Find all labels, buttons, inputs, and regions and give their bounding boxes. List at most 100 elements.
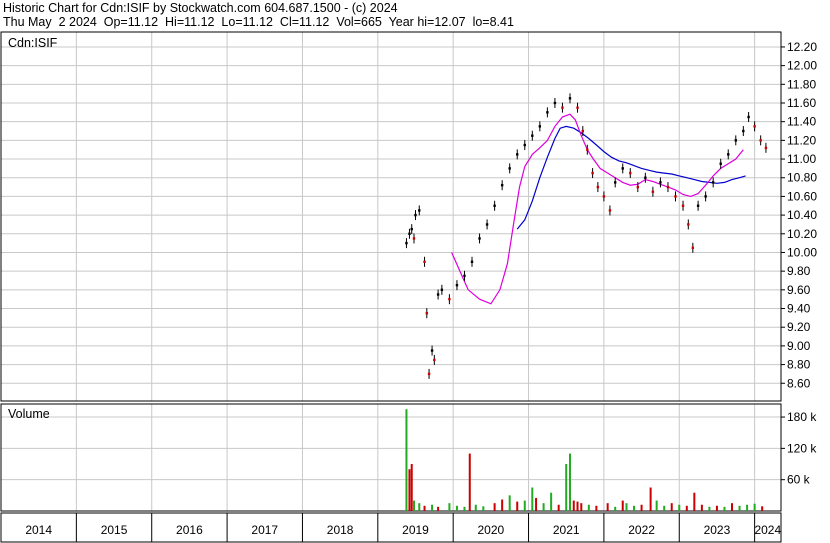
volume-bar bbox=[412, 500, 415, 511]
price-point bbox=[759, 139, 762, 142]
price-tick-label: 11.00 bbox=[787, 152, 816, 166]
volume-bar bbox=[633, 505, 636, 511]
volume-bar bbox=[649, 487, 652, 511]
volume-bar bbox=[761, 506, 764, 511]
price-tick-label: 8.80 bbox=[787, 358, 811, 372]
volume-bar bbox=[535, 497, 538, 511]
volume-bar bbox=[640, 504, 643, 511]
price-point bbox=[602, 195, 606, 198]
volume-bar bbox=[576, 501, 579, 511]
price-point bbox=[553, 101, 557, 105]
volume-bar bbox=[493, 503, 496, 511]
price-point bbox=[644, 176, 647, 179]
price-tick-label: 9.20 bbox=[787, 320, 811, 334]
price-point bbox=[727, 153, 730, 156]
volume-bar bbox=[468, 453, 471, 511]
price-point bbox=[418, 209, 421, 212]
volume-bar bbox=[614, 506, 617, 511]
volume-bar bbox=[482, 506, 485, 511]
year-label: 2017 bbox=[251, 523, 278, 537]
volume-bar bbox=[448, 503, 451, 511]
year-label: 2022 bbox=[628, 523, 655, 537]
price-point bbox=[614, 181, 617, 184]
volume-bar bbox=[738, 505, 741, 511]
price-tick-label: 10.20 bbox=[787, 227, 817, 241]
volume-bar bbox=[423, 505, 426, 511]
price-point bbox=[608, 209, 612, 212]
price-point bbox=[414, 213, 417, 217]
price-point bbox=[704, 195, 707, 198]
volume-bar bbox=[655, 500, 658, 511]
price-point bbox=[436, 293, 440, 296]
price-point bbox=[636, 185, 640, 189]
volume-bar bbox=[685, 505, 688, 511]
price-point bbox=[423, 260, 426, 264]
price-tick-label: 12.20 bbox=[787, 40, 817, 54]
year-label: 2020 bbox=[478, 523, 505, 537]
volume-bar bbox=[621, 500, 624, 511]
price-tick-label: 12.00 bbox=[787, 59, 817, 73]
year-label: 2016 bbox=[176, 523, 203, 537]
price-point bbox=[440, 288, 444, 292]
price-point bbox=[586, 148, 589, 151]
price-point bbox=[408, 232, 411, 235]
price-tick-label: 10.80 bbox=[787, 171, 817, 185]
price-point bbox=[687, 223, 690, 226]
price-point bbox=[561, 106, 564, 109]
moving-average-short-line bbox=[451, 113, 744, 305]
volume-label: Volume bbox=[8, 407, 50, 421]
price-point bbox=[659, 181, 662, 184]
volume-bar bbox=[580, 503, 583, 511]
year-label: 2014 bbox=[25, 523, 52, 537]
year-label: 2021 bbox=[553, 523, 580, 537]
volume-bar bbox=[700, 504, 703, 511]
volume-bar bbox=[405, 409, 408, 511]
year-label: 2024 bbox=[754, 523, 781, 537]
price-point bbox=[531, 134, 534, 137]
volume-bar bbox=[568, 453, 571, 511]
price-point bbox=[711, 181, 715, 184]
volume-bar bbox=[431, 504, 434, 511]
price-point bbox=[621, 167, 624, 170]
volume-bar bbox=[523, 500, 526, 511]
price-tick-label: 10.40 bbox=[787, 208, 817, 222]
price-point bbox=[651, 190, 655, 193]
volume-bar bbox=[595, 505, 598, 511]
price-point bbox=[433, 358, 436, 362]
price-tick-label: 9.80 bbox=[787, 264, 811, 278]
price-point bbox=[576, 106, 579, 109]
price-point bbox=[691, 246, 695, 249]
volume-bar bbox=[731, 503, 734, 511]
volume-bar bbox=[678, 504, 681, 511]
volume-bar bbox=[501, 499, 504, 511]
price-tick-label: 10.60 bbox=[787, 189, 817, 203]
price-tick-label: 10.00 bbox=[787, 245, 817, 259]
price-point bbox=[523, 143, 526, 147]
volume-bar bbox=[715, 505, 718, 511]
price-point bbox=[742, 129, 745, 133]
price-point bbox=[546, 111, 549, 114]
price-point bbox=[591, 171, 594, 175]
price-point bbox=[734, 139, 737, 142]
price-point bbox=[568, 97, 572, 100]
volume-bar bbox=[550, 492, 553, 511]
volume-tick-label: 60 k bbox=[787, 473, 811, 487]
volume-bar bbox=[418, 503, 421, 511]
volume-bar bbox=[693, 492, 696, 511]
year-label: 2023 bbox=[704, 523, 731, 537]
volume-tick-label: 120 k bbox=[787, 441, 817, 455]
price-point bbox=[696, 204, 700, 207]
volume-bar bbox=[606, 503, 609, 511]
symbol-label: Cdn:ISIF bbox=[8, 36, 58, 50]
price-point bbox=[764, 146, 768, 150]
price-point bbox=[538, 125, 542, 128]
price-point bbox=[493, 204, 496, 207]
year-label: 2018 bbox=[327, 523, 354, 537]
volume-bar bbox=[463, 506, 466, 511]
price-point bbox=[427, 372, 431, 376]
price-point bbox=[666, 185, 670, 189]
volume-bar bbox=[746, 504, 749, 511]
price-point bbox=[448, 297, 451, 301]
volume-bar bbox=[670, 503, 673, 511]
price-point bbox=[463, 274, 466, 278]
